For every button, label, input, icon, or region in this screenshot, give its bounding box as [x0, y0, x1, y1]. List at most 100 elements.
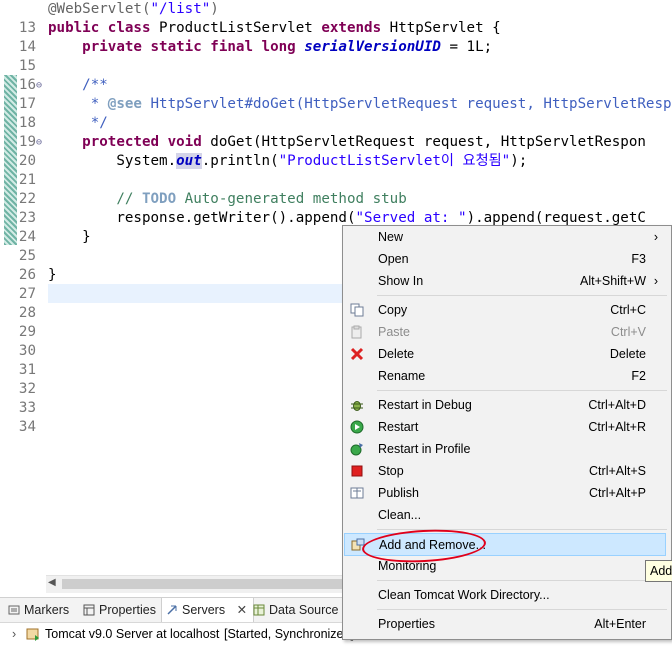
- tab-label: Properties: [99, 603, 156, 617]
- tab-label: Servers: [182, 603, 226, 617]
- profile-icon: [350, 443, 363, 456]
- submenu-arrow-icon: ›: [653, 230, 658, 244]
- comment: Auto-generated method stub: [176, 191, 407, 207]
- menu-label: Show In: [378, 274, 424, 288]
- code-line: 21 System.out.println("ProductListServle…: [0, 152, 672, 188]
- copy-icon: [350, 303, 364, 317]
- menu-item-clean[interactable]: Clean...: [344, 504, 670, 526]
- menu-shortcut: Ctrl+Alt+S: [589, 464, 646, 478]
- code-line: 20 ⊖ protected void doGet(HttpServletReq…: [0, 133, 672, 169]
- code-text: ).append(request.getC: [466, 210, 646, 226]
- menu-shortcut: Alt+Shift+W: [580, 274, 646, 288]
- stop-icon: [351, 465, 363, 477]
- menu-item-new[interactable]: New ›: [344, 226, 670, 248]
- menu-item-copy[interactable]: Copy Ctrl+C: [344, 299, 670, 321]
- fold-collapse-icon[interactable]: ⊖: [36, 76, 46, 95]
- menu-label: Properties: [378, 617, 435, 631]
- code-line: 15 private static final long serialVersi…: [0, 38, 672, 74]
- menu-separator: [377, 609, 667, 610]
- menu-item-restart[interactable]: Restart Ctrl+Alt+R: [344, 416, 670, 438]
- menu-label: Open: [378, 252, 409, 266]
- menu-shortcut: F2: [631, 369, 646, 383]
- menu-label: Paste: [378, 325, 410, 339]
- horizontal-scrollbar[interactable]: ◀: [46, 575, 346, 593]
- menu-item-clean-tomcat-work-directory[interactable]: Clean Tomcat Work Directory...: [344, 584, 670, 606]
- menu-label: Copy: [378, 303, 408, 317]
- code-text: HttpServlet {: [381, 20, 501, 36]
- code-line: 16: [0, 57, 672, 93]
- code-line: 23 // TODO Auto-generated method stub: [0, 190, 672, 226]
- menu-item-show-in[interactable]: Show In Alt+Shift+W ›: [344, 270, 670, 292]
- keyword: protected void: [82, 134, 202, 150]
- debug-icon: [351, 401, 363, 411]
- tab-data-source[interactable]: Data Source: [253, 598, 338, 622]
- string: "Served at: ": [355, 210, 467, 226]
- context-menu: New › Open F3 Show In Alt+Shift+W › Copy…: [342, 225, 672, 640]
- code-text: }: [82, 229, 91, 245]
- javadoc: *: [82, 96, 108, 112]
- menu-shortcut: Ctrl+C: [610, 303, 646, 317]
- code-text: .println(: [201, 153, 279, 169]
- menu-label: Rename: [378, 369, 426, 383]
- menu-separator: [377, 295, 667, 296]
- menu-label: Restart: [378, 420, 419, 434]
- code-line: 22: [0, 171, 672, 207]
- menu-shortcut: Ctrl+Alt+R: [588, 420, 646, 434]
- menu-label: New: [378, 230, 404, 244]
- menu-item-delete[interactable]: Delete Delete: [344, 343, 670, 365]
- scrollbar-thumb[interactable]: [62, 579, 342, 589]
- tooltip: Add: [645, 560, 672, 582]
- tab-markers[interactable]: Markers: [8, 598, 69, 622]
- javadoc: */: [82, 115, 108, 131]
- restart-icon: [350, 420, 364, 434]
- menu-shortcut: F3: [631, 252, 646, 266]
- javadoc: /**: [82, 77, 108, 93]
- tab-label: Data Source: [269, 603, 339, 617]
- publish-icon: [350, 487, 364, 499]
- code-text: response.getWriter().append(: [116, 210, 356, 226]
- code-text: ProductListServlet: [150, 20, 322, 36]
- javadoc: HttpServlet#doGet(HttpServletRequest req…: [141, 96, 672, 112]
- keyword: extends: [321, 20, 382, 36]
- keyword: private static final long: [82, 39, 296, 55]
- servers-icon: [167, 605, 177, 615]
- code-text: }: [48, 267, 57, 283]
- code-text: );: [510, 153, 528, 169]
- menu-shortcut: Delete: [609, 347, 646, 361]
- fold-collapse-icon[interactable]: ⊖: [36, 133, 46, 152]
- properties-icon: [83, 604, 95, 616]
- field: serialVersionUID: [304, 39, 441, 55]
- server-name: Tomcat v9.0 Server at localhost: [45, 627, 220, 641]
- menu-item-properties[interactable]: Properties Alt+Enter: [344, 613, 670, 635]
- code-line: 13 @WebServlet("/list"): [0, 0, 672, 36]
- menu-shortcut: Ctrl+Alt+D: [588, 398, 646, 412]
- field: out: [176, 153, 202, 169]
- javadoc-tag: @see: [107, 96, 142, 112]
- code-text: System.: [116, 153, 177, 169]
- menu-item-restart-in-profile[interactable]: Restart in Profile: [344, 438, 670, 460]
- tab-servers[interactable]: Servers ✕: [161, 598, 255, 622]
- menu-item-stop[interactable]: Stop Ctrl+Alt+S: [344, 460, 670, 482]
- annotation: @WebServlet(: [48, 1, 151, 17]
- menu-item-paste[interactable]: Paste Ctrl+V: [344, 321, 670, 343]
- menu-label: Clean...: [378, 508, 422, 522]
- menu-item-publish[interactable]: Publish Ctrl+Alt+P: [344, 482, 670, 504]
- expand-icon[interactable]: ›: [12, 623, 16, 645]
- menu-item-open[interactable]: Open F3: [344, 248, 670, 270]
- menu-label: Stop: [378, 464, 404, 478]
- server-icon: [26, 628, 39, 641]
- code-line: 19 */: [0, 114, 672, 150]
- menu-item-rename[interactable]: Rename F2: [344, 365, 670, 387]
- todo-tag: TODO: [141, 191, 177, 207]
- code-text: = 1L;: [440, 39, 493, 55]
- menu-separator: [377, 390, 667, 391]
- menu-item-restart-in-debug[interactable]: Restart in Debug Ctrl+Alt+D: [344, 394, 670, 416]
- line-number: 34: [18, 419, 36, 435]
- string: "ProductListServlet이 요청됨": [278, 153, 511, 169]
- menu-label: Delete: [378, 347, 415, 361]
- scroll-left-icon[interactable]: ◀: [48, 577, 56, 588]
- tab-properties[interactable]: Properties: [83, 598, 156, 622]
- code-text: doGet(HttpServletRequest request, HttpSe…: [201, 134, 646, 150]
- close-icon[interactable]: ✕: [237, 603, 247, 617]
